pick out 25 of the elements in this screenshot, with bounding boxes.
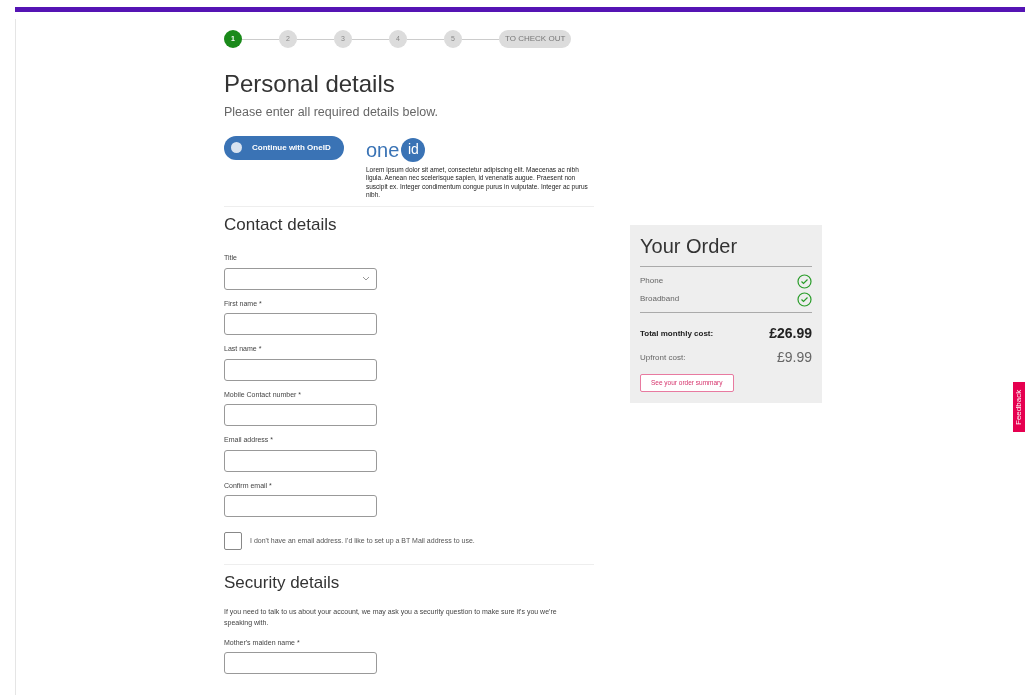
- input-field[interactable]: [224, 358, 377, 381]
- chevron-down-icon: [362, 276, 370, 282]
- total-value: £26.99: [769, 324, 812, 343]
- input-field[interactable]: [224, 313, 377, 336]
- input-field[interactable]: [224, 404, 377, 427]
- upfront-value: £9.99: [776, 348, 812, 367]
- oneid-logo: one id: [366, 135, 594, 164]
- page-subheading: Please enter all required details below.: [224, 104, 440, 121]
- id-badge-icon: [231, 142, 242, 154]
- order-item: Broadband: [640, 293, 680, 305]
- checkbox[interactable]: [224, 532, 242, 551]
- input-field[interactable]: [224, 652, 377, 675]
- section-heading: Security details: [224, 572, 341, 595]
- total-label: Total monthly cost:: [640, 327, 714, 340]
- feedback-tab[interactable]: Feedback: [1013, 382, 1025, 432]
- continue-with-oneid-button[interactable]: Continue with OneID: [224, 135, 344, 160]
- title-dropdown[interactable]: [224, 267, 377, 290]
- checkout-step: TO CHECK OUT: [499, 30, 572, 48]
- order-heading: Your Order: [640, 234, 739, 259]
- order-item: Phone: [640, 275, 664, 287]
- upfront-label: Upfront cost:: [640, 351, 686, 364]
- section-heading: Contact details: [224, 213, 338, 236]
- input-field[interactable]: [224, 449, 377, 472]
- input-field[interactable]: [224, 495, 377, 518]
- page-heading: Personal details: [224, 69, 396, 99]
